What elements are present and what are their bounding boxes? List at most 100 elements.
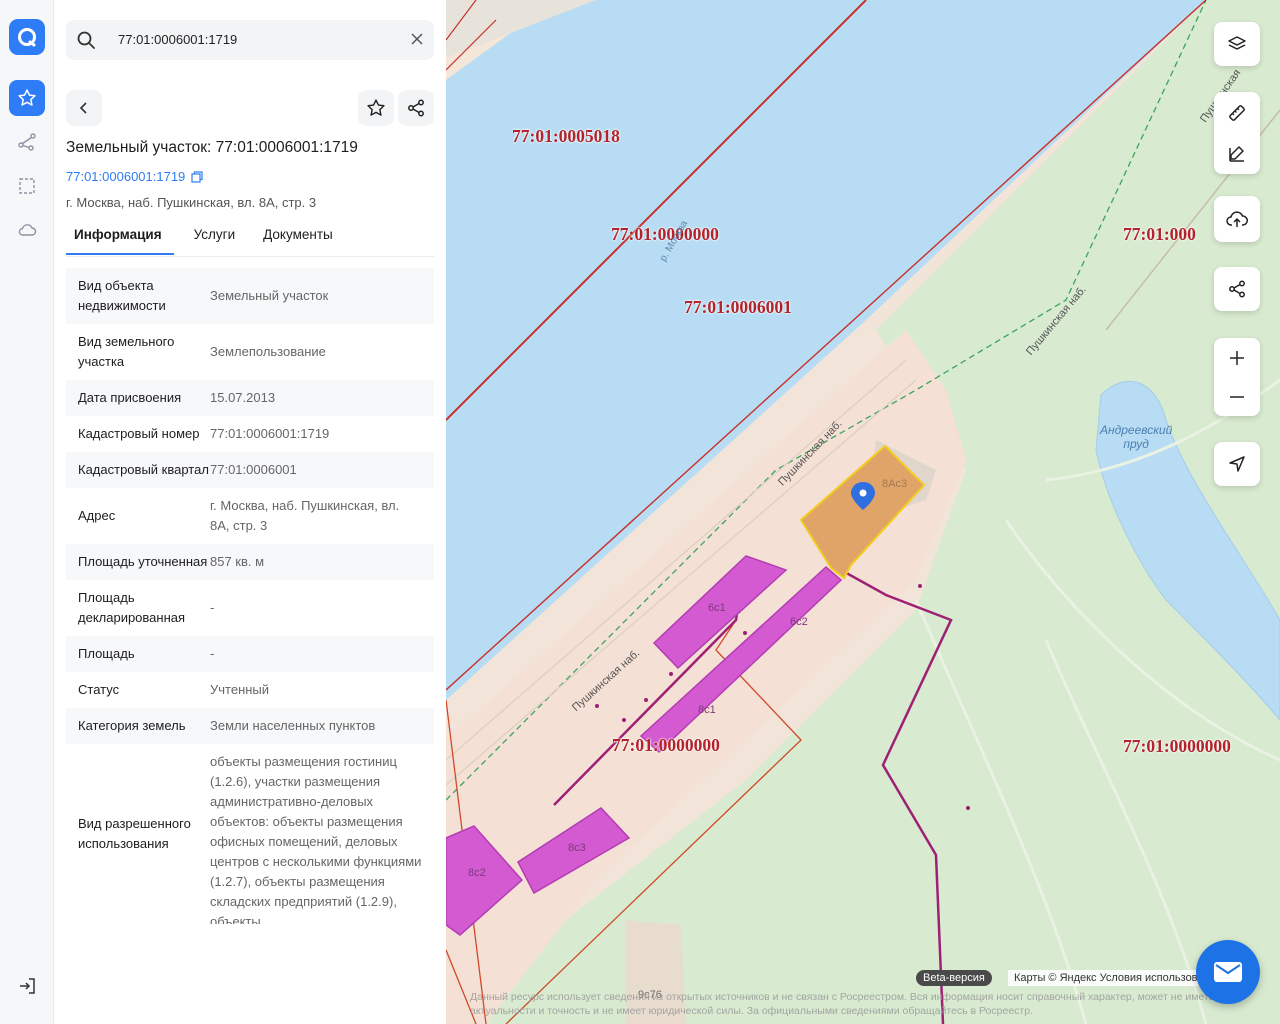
row-value: 857 кв. м: [210, 554, 265, 569]
row-value: Учтенный: [210, 682, 270, 697]
cadastral-label: 77:01:000: [1123, 224, 1196, 244]
geolocate-button[interactable]: [1214, 442, 1260, 486]
feedback-mail-button[interactable]: [1196, 940, 1260, 1004]
row-key: Площадь: [78, 646, 135, 661]
beta-badge: Beta-версия: [916, 970, 992, 986]
star-icon: [367, 99, 385, 116]
table-row: Площадь -: [66, 636, 434, 672]
map-canvas[interactable]: [446, 0, 1280, 1024]
cloud-icon[interactable]: [17, 220, 37, 240]
pond-label-line1: Андреевский: [1100, 423, 1173, 437]
divider: [66, 256, 434, 257]
mail-icon: [1214, 962, 1242, 982]
row-key: Вид земельного участка: [78, 334, 175, 369]
row-value: 15.07.2013: [210, 390, 276, 405]
search-bar[interactable]: 77:01:0006001:1719: [66, 20, 434, 60]
row-value: -: [210, 600, 215, 615]
ruler-icon: [1229, 104, 1245, 121]
row-key: Адрес: [78, 508, 116, 523]
table-row: Дата присвоения 15.07.2013: [66, 380, 434, 416]
zoom-in-button[interactable]: [1215, 341, 1259, 375]
favorites-icon[interactable]: [9, 80, 45, 116]
back-button[interactable]: [66, 90, 102, 126]
table-row: Площадь уточненная 857 кв. м: [66, 544, 434, 580]
cadastral-label: 77:01:0000000: [1123, 736, 1231, 756]
building-label: 8с3: [568, 842, 586, 854]
route-icon[interactable]: [17, 132, 37, 152]
close-icon[interactable]: [410, 32, 424, 51]
row-key: Дата присвоения: [78, 390, 182, 405]
disclaimer-text: Данный ресурс использует сведения из отк…: [470, 991, 1215, 1017]
parcel-address: г. Москва, наб. Пушкинская, вл. 8А, стр.…: [66, 195, 317, 210]
chevron-left-icon: [79, 102, 87, 114]
minus-icon: [1230, 395, 1244, 398]
building-label: 6с1: [708, 602, 726, 614]
table-row: Статус Учтенный: [66, 672, 434, 708]
tab-info[interactable]: Информация: [66, 225, 174, 255]
building-label: 6с2: [790, 616, 808, 628]
tab-documents[interactable]: Документы: [255, 225, 341, 255]
row-key: Вид разрешенного использования: [78, 816, 191, 851]
zoom-out-button[interactable]: [1215, 380, 1259, 414]
table-row: Вид разрешенного использования объекты ра…: [66, 744, 434, 924]
row-key: Кадастровый квартал: [78, 462, 209, 477]
map-view[interactable]: 77:01:0005018 77:01:0000000 77:01:000 77…: [446, 0, 1280, 1024]
cadastral-number-text[interactable]: 77:01:0006001:1719: [66, 169, 185, 184]
zoom-group: [1214, 338, 1260, 416]
row-value: 77:01:0006001: [210, 462, 297, 477]
search-icon: [76, 30, 96, 55]
table-row: Площадь декларированная -: [66, 580, 434, 636]
edit-icon: [1229, 145, 1244, 162]
cadastral-number-link[interactable]: 77:01:0006001:1719: [66, 169, 203, 184]
left-rail: [0, 0, 54, 1024]
tab-bar: Информация Услуги Документы: [66, 225, 434, 257]
row-key: Вид объекта недвижимости: [78, 278, 166, 313]
ruler-button[interactable]: [1215, 96, 1259, 130]
info-table: Вид объекта недвижимости Земельный участо…: [66, 268, 434, 924]
row-value: Земли населенных пунктов: [210, 718, 376, 733]
map-attribution[interactable]: Карты © Яндекс Условия использования: [1008, 970, 1228, 986]
row-key: Категория земель: [78, 718, 186, 733]
page-title: Земельный участок: 77:01:0006001:1719: [66, 139, 358, 156]
building-label: 8с2: [468, 867, 486, 879]
building-label: 8с1: [698, 704, 716, 716]
app-logo[interactable]: [9, 19, 45, 55]
building-label: 8Ас3: [882, 478, 908, 490]
map-share-button[interactable]: [1214, 267, 1260, 311]
cloud-upload-icon: [1226, 211, 1248, 227]
cadastral-label: 77:01:0006001: [684, 297, 792, 317]
pond-label-line2: пруд: [1123, 437, 1149, 451]
edit-button[interactable]: [1215, 137, 1259, 171]
table-row: Кадастровый номер 77:01:0006001:1719: [66, 416, 434, 452]
row-key: Площадь уточненная: [78, 554, 208, 569]
tab-services[interactable]: Услуги: [186, 225, 244, 255]
table-row: Вид объекта недвижимости Земельный участо…: [66, 268, 434, 324]
login-icon[interactable]: [17, 976, 37, 996]
table-row: Кадастровый квартал 77:01:0006001: [66, 452, 434, 488]
copy-icon[interactable]: [191, 170, 203, 183]
cadastral-label: 77:01:0000000: [611, 224, 719, 244]
table-row: Вид земельного участка Землепользование: [66, 324, 434, 380]
share-button[interactable]: [398, 90, 434, 126]
search-input[interactable]: 77:01:0006001:1719: [118, 32, 237, 47]
row-value: объекты размещения гостиниц (1.2.6), уча…: [210, 754, 422, 924]
row-value: г. Москва, наб. Пушкинская, вл. 8А, стр.…: [210, 498, 400, 533]
table-row: Адрес г. Москва, наб. Пушкинская, вл. 8А,…: [66, 488, 434, 544]
pond-label: Андреевский пруд: [1100, 423, 1172, 451]
row-value: -: [210, 646, 215, 661]
plus-icon: [1230, 350, 1244, 365]
row-key: Площадь декларированная: [78, 590, 186, 625]
favorite-button[interactable]: [358, 90, 394, 126]
row-value: Землепользование: [210, 344, 326, 359]
layers-button[interactable]: [1214, 22, 1260, 66]
row-value: 77:01:0006001:1719: [210, 426, 330, 441]
cadastral-label: 77:01:0005018: [512, 126, 620, 146]
select-area-icon[interactable]: [17, 176, 37, 196]
tools-group: [1214, 92, 1260, 174]
navigation-arrow-icon: [1229, 456, 1245, 472]
upload-button[interactable]: [1214, 196, 1260, 242]
share-icon: [408, 99, 424, 117]
cadastral-label: 77:01:0000000: [612, 735, 720, 755]
table-row: Категория земель Земли населенных пунктов: [66, 708, 434, 744]
row-key: Кадастровый номер: [78, 426, 200, 441]
